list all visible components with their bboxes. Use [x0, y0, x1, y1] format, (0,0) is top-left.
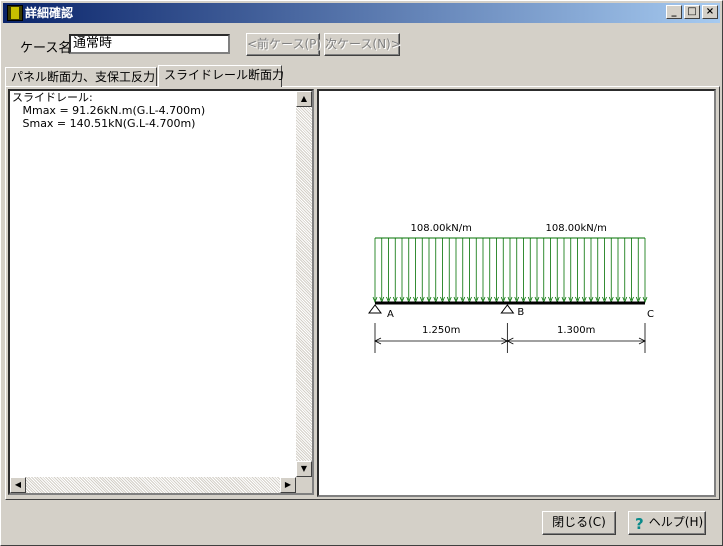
help-button-label: ヘルプ(H) [648, 515, 704, 529]
close-window-button[interactable]: × [702, 5, 718, 19]
prev-case-button[interactable]: <前ケース(P) [246, 33, 321, 56]
beam-diagram: 108.00kN/m 108.00kN/m A B C 1.250m 1.300… [368, 223, 654, 353]
window-title: 詳細確認 [25, 6, 74, 20]
horizontal-scrollbar[interactable]: ◀ ▶ [10, 477, 296, 493]
tab-panel-force[interactable]: パネル断面力、支保工反力 [5, 67, 157, 87]
detail-window: 詳細確認 _ □ × ケース名 通常時 <前ケース(P) 次ケース(N)> パネ… [0, 0, 723, 546]
span-label-bc: 1.300m [557, 325, 595, 336]
case-name-field[interactable]: 通常時 [69, 34, 230, 54]
dimension-lines [374, 323, 646, 353]
load-label-right: 108.00kN/m [545, 223, 606, 234]
result-line: スライドレール: [12, 91, 93, 104]
scroll-corner [296, 477, 312, 493]
result-text-pane[interactable]: スライドレール: Mmax = 91.26kN.m(G.L-4.700m) Sm… [8, 89, 314, 495]
result-line: Smax = 140.51kN(G.L-4.700m) [12, 117, 196, 130]
vertical-scrollbar[interactable]: ▲ ▼ [296, 91, 312, 477]
help-button[interactable]: ? ヘルプ(H) [628, 511, 706, 535]
scroll-up-icon[interactable]: ▲ [296, 91, 312, 107]
result-line: Mmax = 91.26kN.m(G.L-4.700m) [12, 104, 206, 117]
tab-slide-rail-force[interactable]: スライドレール断面力 [158, 65, 284, 87]
distributed-load [372, 238, 648, 304]
maximize-button[interactable]: □ [684, 5, 700, 19]
result-text: スライドレール: Mmax = 91.26kN.m(G.L-4.700m) Sm… [12, 91, 205, 130]
case-name-label: ケース名 [20, 41, 72, 56]
help-icon: ? [635, 515, 644, 533]
close-button[interactable]: 閉じる(C) [542, 511, 616, 535]
scroll-down-icon[interactable]: ▼ [296, 461, 312, 477]
scroll-right-icon[interactable]: ▶ [280, 477, 296, 493]
support-label-c: C [647, 309, 654, 320]
support-label-a: A [387, 309, 394, 320]
support-label-b: B [517, 307, 524, 318]
minimize-button[interactable]: _ [666, 5, 682, 19]
title-bar[interactable]: 詳細確認 _ □ × [3, 3, 720, 23]
app-icon [7, 5, 23, 21]
beam-diagram-pane: 108.00kN/m 108.00kN/m A B C 1.250m 1.300… [317, 89, 716, 497]
pin-support-icon [500, 304, 515, 314]
span-label-ab: 1.250m [422, 325, 460, 336]
load-label-left: 108.00kN/m [410, 223, 471, 234]
scroll-left-icon[interactable]: ◀ [10, 477, 26, 493]
next-case-button[interactable]: 次ケース(N)> [324, 33, 401, 56]
pin-support-icon [368, 304, 382, 314]
